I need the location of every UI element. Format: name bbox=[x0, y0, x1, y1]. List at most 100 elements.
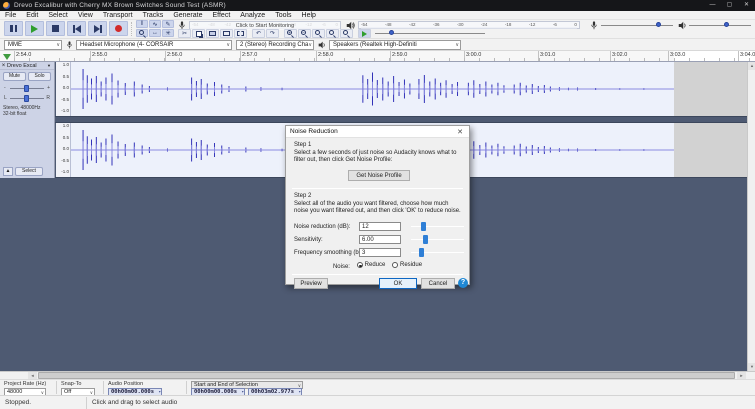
toolbar-grip[interactable] bbox=[131, 22, 134, 36]
multi-tool-button[interactable]: ✳ bbox=[162, 29, 174, 37]
noise-reduction-dialog[interactable]: Noise Reduction ✕ Step 1 Select a few se… bbox=[285, 125, 470, 289]
menu-edit[interactable]: Edit bbox=[21, 11, 43, 20]
horizontal-scrollbar[interactable]: ◄ ► bbox=[0, 371, 755, 379]
scroll-up-arrow-icon[interactable]: ▲ bbox=[748, 62, 755, 70]
playback-device-select[interactable]: Speakers (Realtek High-Definiti bbox=[329, 40, 461, 50]
zoom-toggle-button[interactable] bbox=[340, 29, 353, 38]
play-at-speed-icon bbox=[362, 30, 367, 37]
paste-button[interactable] bbox=[206, 29, 219, 38]
vertical-scrollbar[interactable]: ▲ ▼ bbox=[747, 62, 755, 371]
redo-button[interactable]: ↷ bbox=[266, 29, 279, 38]
zoom-in-button[interactable]: + bbox=[284, 29, 297, 38]
close-button[interactable]: ✕ bbox=[738, 0, 755, 11]
horizontal-scroll-thumb[interactable] bbox=[38, 372, 735, 379]
menu-tracks[interactable]: Tracks bbox=[138, 11, 169, 20]
gain-slider-thumb[interactable] bbox=[24, 85, 29, 92]
frequency-smoothing-input[interactable]: 3 bbox=[359, 248, 401, 257]
scroll-down-arrow-icon[interactable]: ▼ bbox=[748, 363, 755, 371]
gain-slider[interactable]: - + bbox=[4, 84, 50, 93]
record-button[interactable] bbox=[109, 21, 128, 36]
noise-reduction-input[interactable]: 12 bbox=[359, 222, 401, 231]
residue-radio[interactable]: Residue bbox=[392, 262, 422, 268]
undo-icon: ↶ bbox=[255, 31, 262, 37]
skip-end-button[interactable] bbox=[88, 21, 107, 36]
get-noise-profile-button[interactable]: Get Noise Profile bbox=[348, 170, 410, 181]
silence-audio-button[interactable] bbox=[234, 29, 247, 38]
copy-button[interactable] bbox=[192, 29, 205, 38]
timeshift-tool-button[interactable]: ↔ bbox=[149, 29, 161, 37]
channel-separator bbox=[55, 116, 747, 123]
play-button[interactable] bbox=[25, 21, 44, 36]
menu-file[interactable]: File bbox=[0, 11, 21, 20]
scroll-right-arrow-icon[interactable]: ► bbox=[737, 372, 746, 379]
record-volume-slider[interactable] bbox=[601, 22, 673, 27]
timeline-ruler[interactable]: 2:54.0 2:55.0 2:56.0 2:57.0 2:58.0 2:59.0 3:00… bbox=[0, 50, 755, 62]
zoom-selection-button[interactable] bbox=[312, 29, 325, 38]
solo-button[interactable]: Solo bbox=[28, 72, 51, 81]
recording-channels-select[interactable]: 2 (Stereo) Recording Cha bbox=[236, 40, 314, 50]
recording-device-select[interactable]: Headset Microphone (4- CORSAIR bbox=[76, 40, 232, 50]
envelope-icon: ∿ bbox=[152, 21, 158, 28]
frequency-smoothing-slider-thumb[interactable] bbox=[418, 248, 424, 257]
sensitivity-slider[interactable] bbox=[409, 235, 466, 244]
pause-button[interactable] bbox=[4, 21, 23, 36]
ok-button[interactable]: OK bbox=[379, 278, 417, 289]
zoom-fit-button[interactable] bbox=[326, 29, 339, 38]
minimize-button[interactable]: — bbox=[704, 0, 721, 11]
timeline-quickplay-pin-icon[interactable] bbox=[3, 54, 11, 60]
maximize-button[interactable]: ▢ bbox=[721, 0, 738, 11]
noise-reduction-slider-thumb[interactable] bbox=[420, 222, 426, 231]
menu-tools[interactable]: Tools bbox=[270, 11, 296, 20]
noise-reduction-slider[interactable] bbox=[409, 222, 466, 231]
track-title[interactable]: Drevo Excal bbox=[7, 63, 47, 69]
dialog-close-icon[interactable]: ✕ bbox=[455, 128, 465, 136]
pan-slider[interactable]: L R bbox=[4, 94, 50, 103]
trim-audio-button[interactable] bbox=[220, 29, 233, 38]
playback-meter[interactable]: -54 -48 -42 -36 -30 -24 -18 -12 -6 0 bbox=[358, 21, 580, 29]
cancel-button[interactable]: Cancel bbox=[421, 278, 455, 289]
play-at-speed-button[interactable] bbox=[358, 29, 371, 38]
pencil-icon: ✎ bbox=[165, 21, 171, 28]
menu-effect[interactable]: Effect bbox=[208, 11, 236, 20]
envelope-tool-button[interactable]: ∿ bbox=[149, 20, 161, 28]
help-button[interactable]: ? bbox=[458, 278, 468, 288]
recording-meter[interactable]: -54-48-42-36-30-24-18-12-60 Click to Sta… bbox=[189, 21, 341, 30]
preview-button[interactable]: Preview bbox=[294, 278, 328, 289]
undo-button[interactable]: ↶ bbox=[252, 29, 265, 38]
frequency-smoothing-slider[interactable] bbox=[409, 248, 466, 257]
selection-tool-button[interactable]: I bbox=[136, 20, 148, 28]
audio-host-select[interactable]: MME bbox=[4, 40, 62, 50]
pan-slider-thumb[interactable] bbox=[24, 95, 29, 102]
collapse-track-button[interactable]: ▲ bbox=[3, 167, 13, 176]
menu-select[interactable]: Select bbox=[43, 11, 72, 20]
dialog-title-bar[interactable]: Noise Reduction ✕ bbox=[286, 126, 469, 138]
sensitivity-input[interactable]: 6.00 bbox=[359, 235, 401, 244]
zoom-out-button[interactable]: − bbox=[298, 29, 311, 38]
zoom-tool-button[interactable] bbox=[136, 29, 148, 38]
menu-generate[interactable]: Generate bbox=[168, 11, 207, 20]
stop-button[interactable] bbox=[46, 21, 65, 36]
playback-volume-slider[interactable] bbox=[689, 22, 751, 27]
track-menu-arrow-icon[interactable]: ▼ bbox=[47, 63, 54, 68]
waveform-channel-left[interactable] bbox=[71, 62, 747, 116]
magnifier-icon bbox=[138, 29, 146, 38]
menu-transport[interactable]: Transport bbox=[98, 11, 138, 20]
scroll-left-arrow-icon[interactable]: ◄ bbox=[28, 372, 37, 379]
skip-start-button[interactable] bbox=[67, 21, 86, 36]
sensitivity-slider-thumb[interactable] bbox=[423, 235, 429, 244]
menu-help[interactable]: Help bbox=[297, 11, 321, 20]
play-speed-slider[interactable] bbox=[375, 30, 485, 35]
draw-tool-button[interactable]: ✎ bbox=[162, 20, 174, 28]
reduce-radio[interactable]: Reduce bbox=[356, 262, 385, 268]
record-volume-thumb[interactable] bbox=[655, 22, 661, 27]
playback-volume-thumb[interactable] bbox=[724, 22, 730, 27]
track-select-button[interactable]: Select bbox=[15, 167, 43, 176]
play-speed-thumb[interactable] bbox=[388, 30, 394, 35]
menu-bar: File Edit Select View Transport Tracks G… bbox=[0, 11, 755, 20]
track-close-button[interactable]: × bbox=[0, 63, 7, 69]
cut-button[interactable]: ✂ bbox=[178, 29, 191, 38]
menu-analyze[interactable]: Analyze bbox=[235, 11, 270, 20]
track-control-panel[interactable]: × Drevo Excal ▼ Mute Solo - + L R Stereo… bbox=[0, 62, 55, 178]
menu-view[interactable]: View bbox=[73, 11, 98, 20]
mute-button[interactable]: Mute bbox=[3, 72, 26, 81]
